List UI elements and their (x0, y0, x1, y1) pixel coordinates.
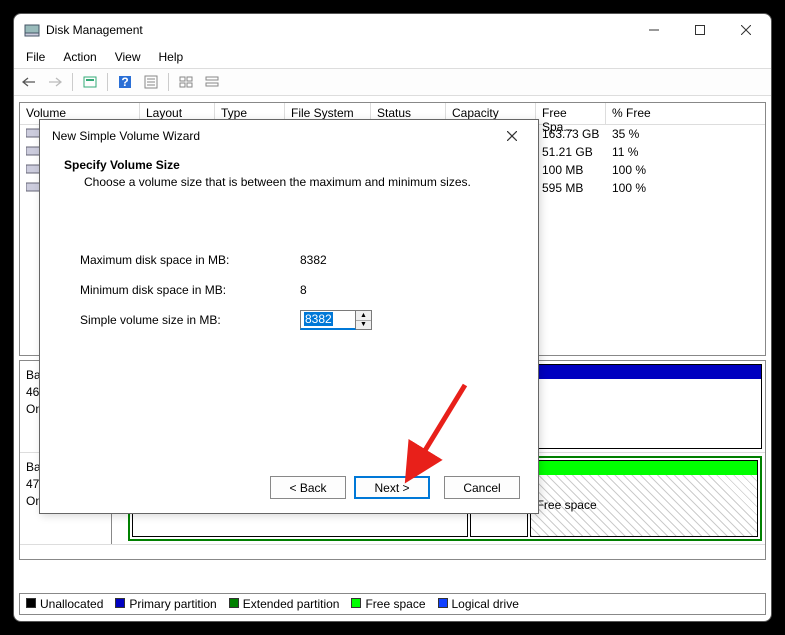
dialog-subheading: Choose a volume size that is between the… (64, 175, 514, 189)
menu-action[interactable]: Action (55, 48, 104, 66)
detail-icon[interactable] (201, 71, 223, 93)
svg-text:?: ? (121, 75, 128, 89)
help-icon[interactable]: ? (114, 71, 136, 93)
cell-pct: 35 % (606, 126, 666, 142)
menubar: File Action View Help (14, 46, 771, 68)
cancel-button[interactable]: Cancel (444, 476, 520, 499)
menu-file[interactable]: File (18, 48, 53, 66)
nav-forward-icon[interactable] (44, 71, 66, 93)
swatch-extended (229, 598, 239, 608)
spinner-down-button[interactable]: ▼ (356, 321, 371, 330)
min-space-value: 8 (300, 283, 307, 297)
legend: Unallocated Primary partition Extended p… (19, 593, 766, 615)
toolbar: ? (14, 68, 771, 96)
refresh-icon[interactable] (79, 71, 101, 93)
dialog-close-button[interactable] (490, 122, 534, 150)
swatch-unallocated (26, 598, 36, 608)
window-controls (631, 14, 769, 46)
col-pctfree[interactable]: % Free (606, 103, 666, 124)
volume-size-input[interactable]: 8382 (300, 310, 356, 330)
cell-free: 100 MB (536, 162, 606, 178)
app-icon (24, 22, 40, 38)
swatch-primary (115, 598, 125, 608)
col-freespace[interactable]: Free Spa... (536, 103, 606, 124)
partition-free[interactable]: Free space (530, 460, 758, 537)
menu-view[interactable]: View (107, 48, 149, 66)
cell-pct: 100 % (606, 162, 666, 178)
max-space-value: 8382 (300, 253, 327, 267)
cell-free: 595 MB (536, 180, 606, 196)
dialog-title: New Simple Volume Wizard (52, 129, 200, 143)
back-button[interactable]: < Back (270, 476, 346, 499)
close-button[interactable] (723, 14, 769, 46)
next-button[interactable]: Next > (354, 476, 430, 499)
cell-pct: 11 % (606, 144, 666, 160)
spinner-up-button[interactable]: ▲ (356, 311, 371, 321)
menu-help[interactable]: Help (151, 48, 192, 66)
maximize-button[interactable] (677, 14, 723, 46)
properties-icon[interactable] (140, 71, 162, 93)
cell-pct: 100 % (606, 180, 666, 196)
minimize-button[interactable] (631, 14, 677, 46)
cell-free: 163.73 GB (536, 126, 606, 142)
max-space-label: Maximum disk space in MB: (80, 253, 300, 267)
cell-free: 51.21 GB (536, 144, 606, 160)
new-simple-volume-wizard: New Simple Volume Wizard Specify Volume … (39, 119, 539, 514)
min-space-label: Minimum disk space in MB: (80, 283, 300, 297)
dialog-titlebar: New Simple Volume Wizard (40, 120, 538, 152)
dialog-heading: Specify Volume Size (64, 158, 514, 172)
swatch-free (351, 598, 361, 608)
volume-size-spinner: 8382 ▲ ▼ (300, 310, 372, 330)
list-icon[interactable] (175, 71, 197, 93)
swatch-logical (438, 598, 448, 608)
titlebar: Disk Management (14, 14, 771, 46)
window-title: Disk Management (46, 23, 143, 37)
nav-back-icon[interactable] (18, 71, 40, 93)
volume-size-label: Simple volume size in MB: (80, 313, 300, 327)
